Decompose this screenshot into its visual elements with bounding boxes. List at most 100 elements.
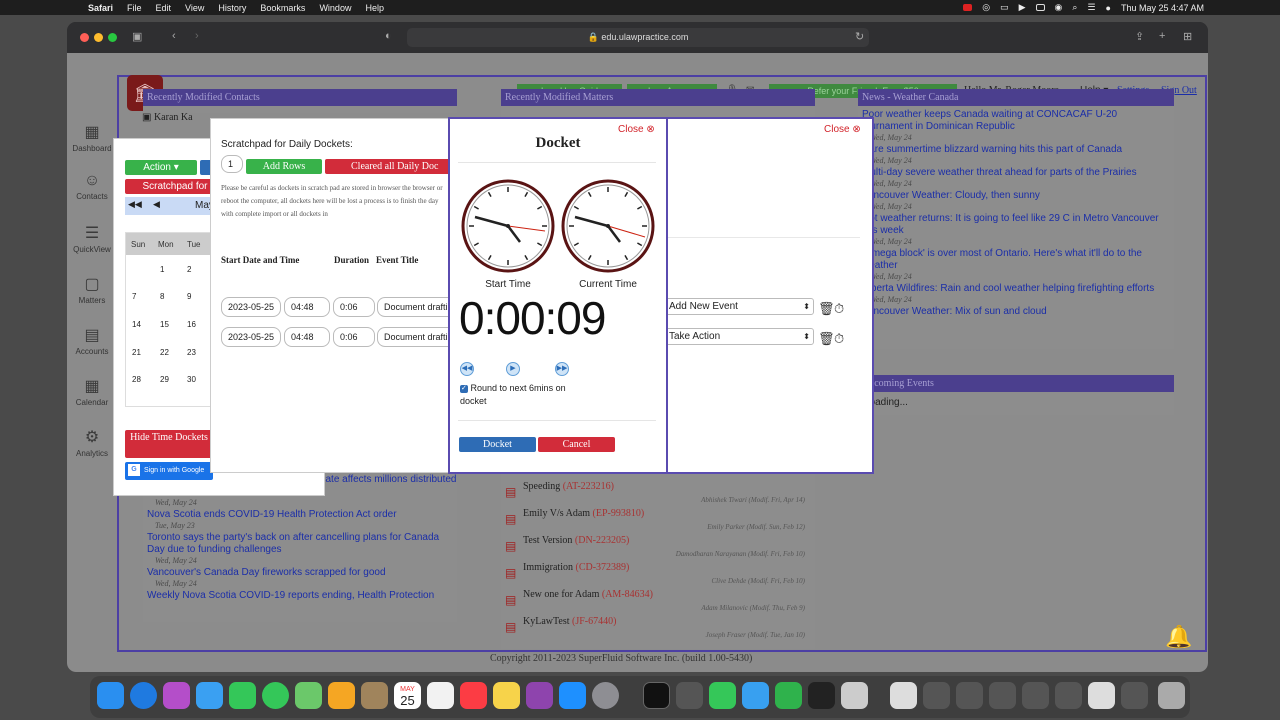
clear-all-button[interactable]: Cleared all Daily Doc: [325, 159, 454, 174]
menu-file[interactable]: File: [127, 3, 142, 13]
calendar-day[interactable]: 29: [160, 375, 169, 384]
hide-time-dockets-button[interactable]: Hide Time Dockets: [125, 430, 213, 458]
matter-item[interactable]: ▤ Immigration (CD-372389) Clive Dehde (Mod…: [501, 562, 811, 589]
notification-bell-icon[interactable]: 🔔: [1165, 624, 1192, 650]
rewind-icon[interactable]: ◀◀: [460, 362, 474, 376]
maps-icon[interactable]: [295, 682, 322, 709]
docket-time-input[interactable]: 04:48: [284, 297, 330, 317]
battery-icon[interactable]: [1035, 4, 1045, 11]
add-event-select[interactable]: Add New Event ⬍: [664, 298, 814, 315]
display-icon[interactable]: ▭: [1000, 2, 1009, 13]
notes-icon[interactable]: [493, 682, 520, 709]
close-window-button[interactable]: [80, 33, 89, 42]
window-thumbnail-icon[interactable]: [923, 682, 950, 709]
menu-edit[interactable]: Edit: [156, 3, 172, 13]
calendar-app-icon[interactable]: MAY 25: [394, 682, 421, 709]
matter-item[interactable]: ▤ KyLawTest (JF-67440) Joseph Fraser (Modi…: [501, 616, 811, 643]
mail-icon[interactable]: [196, 682, 223, 709]
facetime-alt-icon[interactable]: [709, 682, 736, 709]
matter-item[interactable]: ▤ New one for Adam (AM-84634) Adam Milanov…: [501, 589, 811, 616]
sidebar-item-accounts[interactable]: ▤ Accounts: [67, 325, 117, 356]
calendar-day[interactable]: 14: [132, 320, 141, 329]
zoom-window-button[interactable]: [108, 33, 117, 42]
news-link[interactable]: Vancouver Weather: Mix of sun and cloud: [862, 306, 1164, 318]
menu-history[interactable]: History: [218, 3, 246, 13]
share-icon[interactable]: ⇪: [1135, 30, 1144, 43]
news-link[interactable]: Vancouver's Canada Day fireworks scrappe…: [147, 567, 457, 579]
numbers-icon[interactable]: [775, 682, 802, 709]
contacts-app-icon[interactable]: [361, 682, 388, 709]
trash-bin-icon[interactable]: [1158, 682, 1185, 709]
calendar-day[interactable]: 15: [160, 320, 169, 329]
forward-icon[interactable]: ›: [195, 30, 199, 42]
rows-count-input[interactable]: 1: [221, 155, 243, 173]
news-link[interactable]: Multi-day severe weather threat ahead fo…: [862, 167, 1164, 179]
address-bar[interactable]: 🔒 edu.ulawpractice.com: [407, 28, 869, 47]
siri-icon[interactable]: ●: [1106, 3, 1111, 13]
play-icon[interactable]: ▶: [506, 362, 520, 376]
docket-title-input[interactable]: Document draftin: [377, 297, 454, 317]
tuxedo-icon[interactable]: [808, 682, 835, 709]
news-link[interactable]: Rare summertime blizzard warning hits th…: [862, 144, 1164, 156]
fast-forward-icon[interactable]: ▶▶: [555, 362, 569, 376]
window-thumbnail-icon[interactable]: [956, 682, 983, 709]
window-thumbnail-icon[interactable]: [1022, 682, 1049, 709]
sidebar-item-quickview[interactable]: ☰ QuickView: [67, 223, 117, 254]
reminders-icon[interactable]: [427, 682, 454, 709]
document-icon[interactable]: [890, 682, 917, 709]
shield-icon[interactable]: ◐: [385, 30, 392, 42]
sidebar-item-analytics[interactable]: ⚙ Analytics: [67, 427, 117, 458]
news-link[interactable]: Hot weather returns: It is going to feel…: [862, 213, 1164, 237]
calendar-day[interactable]: 23: [187, 348, 196, 357]
folder-icon[interactable]: [742, 682, 769, 709]
terminal-icon[interactable]: [643, 682, 670, 709]
menu-window[interactable]: Window: [319, 3, 351, 13]
docket-button[interactable]: Docket: [459, 437, 536, 452]
docket-time-input[interactable]: 04:48: [284, 327, 330, 347]
calendar-day[interactable]: 28: [132, 375, 141, 384]
safari-icon[interactable]: [130, 682, 157, 709]
menu-bookmarks[interactable]: Bookmarks: [260, 3, 305, 13]
window-thumbnail-icon[interactable]: [1055, 682, 1082, 709]
docket-title-input[interactable]: Document draftin: [377, 327, 454, 347]
system-settings-icon[interactable]: [592, 682, 619, 709]
sidebar-item-matters[interactable]: ▢ Matters: [67, 274, 117, 305]
reload-icon[interactable]: ↻: [855, 30, 864, 43]
inspector-icon[interactable]: [676, 682, 703, 709]
music-icon[interactable]: [460, 682, 487, 709]
calendar-day[interactable]: 22: [160, 348, 169, 357]
airplay-icon[interactable]: ◎: [982, 2, 990, 13]
window-thumbnail-icon[interactable]: [1121, 682, 1148, 709]
window-thumbnail-icon[interactable]: [1088, 682, 1115, 709]
calendar-day[interactable]: 2: [187, 265, 191, 274]
news-link[interactable]: Poor weather keeps Canada waiting at CON…: [862, 109, 1164, 133]
round-checkbox[interactable]: ✓: [460, 384, 468, 393]
chess-icon[interactable]: [841, 682, 868, 709]
messages-icon[interactable]: [262, 682, 289, 709]
facetime-icon[interactable]: [229, 682, 256, 709]
calendar-day[interactable]: 8: [160, 292, 164, 301]
sidebar-item-calendar[interactable]: ▦ Calendar: [67, 376, 117, 407]
google-signin-button[interactable]: G Sign in with Google: [125, 462, 213, 480]
news-link[interactable]: Vancouver Weather: Cloudy, then sunny: [862, 190, 1164, 202]
app-store-icon[interactable]: [559, 682, 586, 709]
matter-item[interactable]: ▤ Test Version (DN-223205) Damodharan Nara…: [501, 535, 811, 562]
news-link[interactable]: Nova Scotia ends COVID-19 Health Protect…: [147, 509, 457, 521]
calendar-day[interactable]: 21: [132, 348, 141, 357]
docket-close[interactable]: Close ⊗: [618, 124, 655, 135]
menu-app[interactable]: Safari: [88, 3, 113, 13]
launchpad-icon[interactable]: [163, 682, 190, 709]
news-link[interactable]: Alberta Wildfires: Rain and cool weather…: [862, 283, 1164, 295]
calendar-day[interactable]: 9: [187, 292, 191, 301]
news-link[interactable]: 'Omega block' is over most of Ontario. H…: [862, 248, 1164, 272]
menu-view[interactable]: View: [185, 3, 204, 13]
search-icon[interactable]: ⌕: [1072, 2, 1077, 13]
take-action-select[interactable]: Take Action ⬍: [664, 328, 814, 345]
photos-icon[interactable]: [328, 682, 355, 709]
tab-overview-icon[interactable]: ⊞: [1183, 30, 1192, 43]
event-dialog-close[interactable]: Close ⊗: [824, 124, 861, 135]
clock-text[interactable]: Thu May 25 4:47 AM: [1121, 3, 1204, 13]
docket-duration-input[interactable]: 0:06: [333, 297, 375, 317]
news-link[interactable]: Toronto says the party's back on after c…: [147, 532, 457, 556]
sidebar-item-dashboard[interactable]: ▦ Dashboard: [67, 122, 117, 153]
